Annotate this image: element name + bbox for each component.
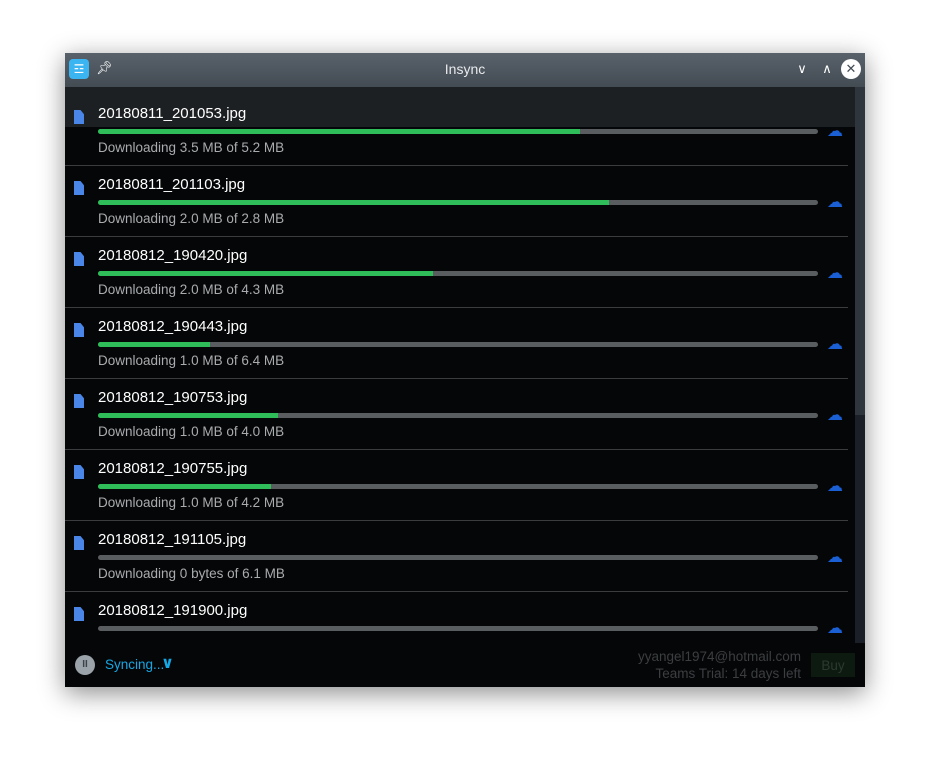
progress-bar bbox=[98, 129, 818, 134]
download-status: Downloading 2.0 MB of 2.8 MB bbox=[98, 211, 285, 226]
onedrive-cloud-icon: ☁ bbox=[827, 194, 843, 211]
onedrive-cloud-icon: ☁ bbox=[827, 265, 843, 282]
file-name: 20180812_191900.jpg bbox=[98, 602, 248, 619]
download-status: Downloading 1.0 MB of 4.2 MB bbox=[98, 495, 285, 510]
download-item[interactable]: 20180812_190753.jpg Downloading 1.0 MB of… bbox=[65, 369, 855, 450]
onedrive-cloud-icon: ☁ bbox=[827, 549, 843, 566]
progress-bar bbox=[98, 555, 818, 560]
progress-fill bbox=[98, 129, 581, 134]
file-name: 20180812_191105.jpg bbox=[98, 531, 247, 548]
onedrive-cloud-icon: ☁ bbox=[827, 407, 843, 424]
download-item[interactable]: 20180811_201053.jpg Downloading 3.5 MB of… bbox=[65, 87, 855, 166]
file-icon bbox=[74, 181, 84, 195]
file-name: 20180812_190755.jpg bbox=[98, 460, 248, 477]
progress-fill bbox=[98, 200, 610, 205]
progress-bar bbox=[98, 271, 818, 276]
progress-fill bbox=[98, 342, 211, 347]
download-status: Downloading 1.0 MB of 6.4 MB bbox=[98, 353, 285, 368]
progress-fill bbox=[98, 271, 433, 276]
download-item[interactable]: 20180812_190420.jpg Downloading 2.0 MB of… bbox=[65, 227, 855, 308]
maximize-button[interactable]: ∧ bbox=[817, 59, 837, 79]
file-name: 20180811_201053.jpg bbox=[98, 105, 247, 122]
download-status: Downloading 0 bytes of 6.1 MB bbox=[98, 566, 285, 581]
file-icon bbox=[74, 110, 84, 124]
onedrive-cloud-icon: ☁ bbox=[827, 336, 843, 353]
file-name: 20180812_190443.jpg bbox=[98, 318, 248, 335]
minimize-button[interactable]: ∨ bbox=[792, 59, 812, 79]
download-item[interactable]: 20180812_191900.jpg ☁ bbox=[65, 582, 855, 643]
download-list: 20180811_201053.jpg Downloading 3.5 MB of… bbox=[65, 87, 855, 643]
download-status: Downloading 3.5 MB of 5.2 MB bbox=[98, 140, 285, 155]
file-icon bbox=[74, 323, 84, 337]
close-button[interactable]: ✕ bbox=[841, 59, 861, 79]
download-item[interactable]: 20180812_190443.jpg Downloading 1.0 MB of… bbox=[65, 298, 855, 379]
file-name: 20180812_190753.jpg bbox=[98, 389, 248, 406]
file-icon bbox=[74, 607, 84, 621]
title-bar: ☲ 📌︎ Insync ∨ ∧ ✕ bbox=[65, 53, 865, 87]
footer: II Syncing... ∨ yyangel1974@hotmail.com … bbox=[65, 643, 865, 687]
scrollbar-thumb[interactable] bbox=[855, 87, 865, 415]
trial-notice: Teams Trial: 14 days left bbox=[655, 666, 801, 681]
window-title: Insync bbox=[444, 61, 486, 77]
progress-bar bbox=[98, 626, 818, 631]
download-status: Downloading 2.0 MB of 4.3 MB bbox=[98, 282, 285, 297]
progress-bar bbox=[98, 342, 818, 347]
file-icon bbox=[74, 394, 84, 408]
pause-button[interactable]: II bbox=[75, 655, 95, 675]
download-item[interactable]: 20180811_201103.jpg Downloading 2.0 MB of… bbox=[65, 156, 855, 237]
progress-bar bbox=[98, 200, 818, 205]
file-name: 20180812_190420.jpg bbox=[98, 247, 248, 264]
onedrive-cloud-icon: ☁ bbox=[827, 123, 843, 140]
file-name: 20180811_201103.jpg bbox=[98, 176, 246, 193]
file-icon bbox=[74, 536, 84, 550]
file-icon bbox=[74, 252, 84, 266]
onedrive-cloud-icon: ☁ bbox=[827, 478, 843, 495]
account-email: yyangel1974@hotmail.com bbox=[637, 649, 801, 664]
download-item[interactable]: 20180812_191105.jpg Downloading 0 bytes o… bbox=[65, 511, 855, 592]
buy-button[interactable]: Buy bbox=[811, 653, 855, 677]
progress-bar bbox=[98, 413, 818, 418]
progress-fill bbox=[98, 484, 271, 489]
file-icon bbox=[74, 465, 84, 479]
chevron-down-icon[interactable]: ∨ bbox=[161, 653, 174, 673]
syncing-status[interactable]: Syncing... bbox=[105, 657, 164, 672]
progress-fill bbox=[98, 413, 278, 418]
onedrive-cloud-icon: ☁ bbox=[827, 620, 843, 637]
download-item[interactable]: 20180812_190755.jpg Downloading 1.0 MB of… bbox=[65, 440, 855, 521]
progress-bar bbox=[98, 484, 818, 489]
download-status: Downloading 1.0 MB of 4.0 MB bbox=[98, 424, 285, 439]
scrollbar[interactable] bbox=[855, 87, 865, 643]
insync-window: ☲ 📌︎ Insync ∨ ∧ ✕ 20180811_201053.jpg Dow… bbox=[65, 53, 865, 687]
